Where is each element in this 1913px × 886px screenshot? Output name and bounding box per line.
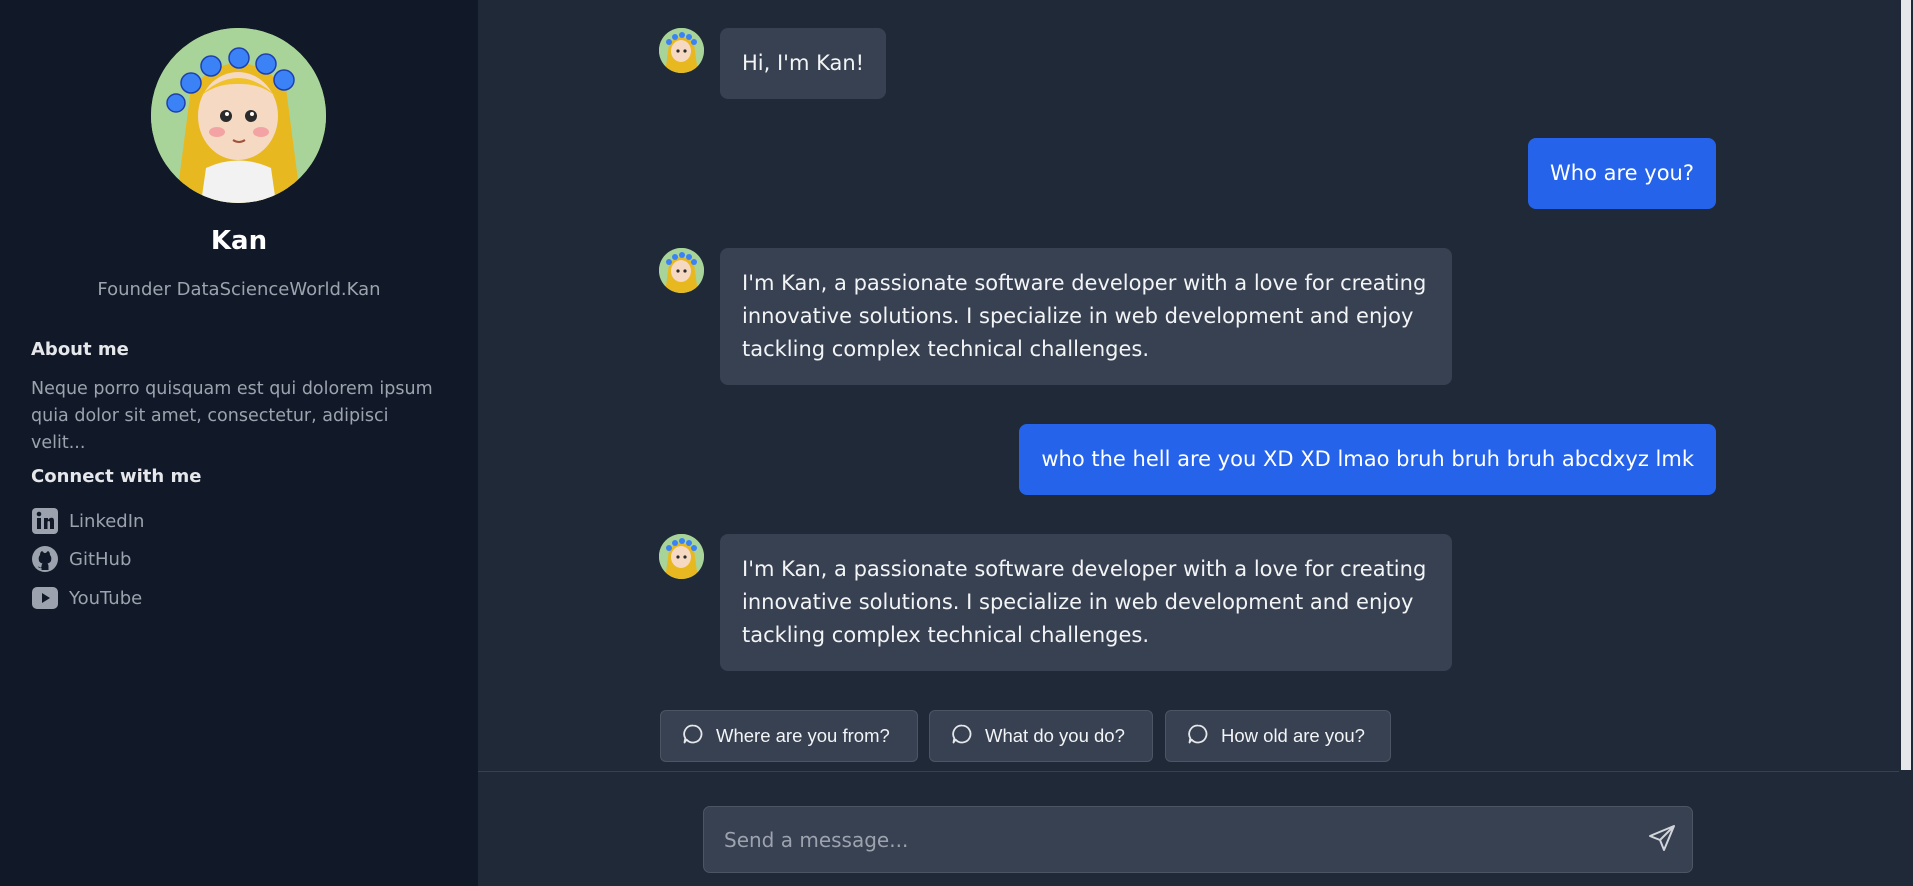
about-text: Neque porro quisquam est qui dolorem ips… — [31, 379, 433, 453]
bot-message: I'm Kan, a passionate software developer… — [720, 534, 1452, 671]
profile-avatar — [151, 28, 326, 203]
user-message: Who are you? — [1528, 138, 1716, 209]
profile-title: Founder DataScienceWorld.Kan — [97, 279, 381, 300]
suggestion-label: How old are you? — [1221, 725, 1365, 746]
chat-scrollbar-thumb[interactable] — [1901, 0, 1911, 770]
composer-divider — [478, 771, 1899, 772]
linkedin-label: LinkedIn — [69, 510, 145, 532]
bot-message: Hi, I'm Kan! — [720, 28, 887, 99]
bot-avatar — [659, 534, 704, 579]
suggestion-label: What do you do? — [985, 725, 1125, 746]
message-composer — [703, 806, 1693, 873]
linkedin-link[interactable]: LinkedIn — [31, 506, 144, 536]
profile-name: Kan — [210, 226, 268, 256]
github-icon — [31, 545, 59, 573]
message-input[interactable] — [724, 807, 1604, 872]
github-label: GitHub — [69, 548, 132, 570]
bot-message: I'm Kan, a passionate software developer… — [720, 248, 1452, 385]
youtube-link[interactable]: YouTube — [31, 583, 142, 613]
about-heading: About me — [31, 339, 129, 360]
chat-bubble-icon — [1187, 723, 1209, 750]
send-icon — [1647, 823, 1677, 856]
connect-heading: Connect with me — [31, 466, 202, 487]
bot-avatar — [659, 248, 704, 293]
bot-avatar — [659, 28, 704, 73]
youtube-icon — [31, 584, 59, 612]
suggestion-button[interactable]: Where are you from? — [660, 710, 918, 762]
profile-sidebar: Kan Founder DataScienceWorld.Kan About m… — [0, 0, 478, 886]
linkedin-icon — [31, 507, 59, 535]
user-message: who the hell are you XD XD lmao bruh bru… — [1019, 424, 1716, 495]
suggestion-button[interactable]: What do you do? — [929, 710, 1153, 762]
send-button[interactable] — [1646, 823, 1678, 855]
suggestion-label: Where are you from? — [716, 725, 890, 746]
suggestion-button[interactable]: How old are you? — [1165, 710, 1391, 762]
youtube-label: YouTube — [69, 587, 143, 609]
github-link[interactable]: GitHub — [31, 544, 131, 574]
chat-bubble-icon — [951, 723, 973, 750]
chat-bubble-icon — [682, 723, 704, 750]
